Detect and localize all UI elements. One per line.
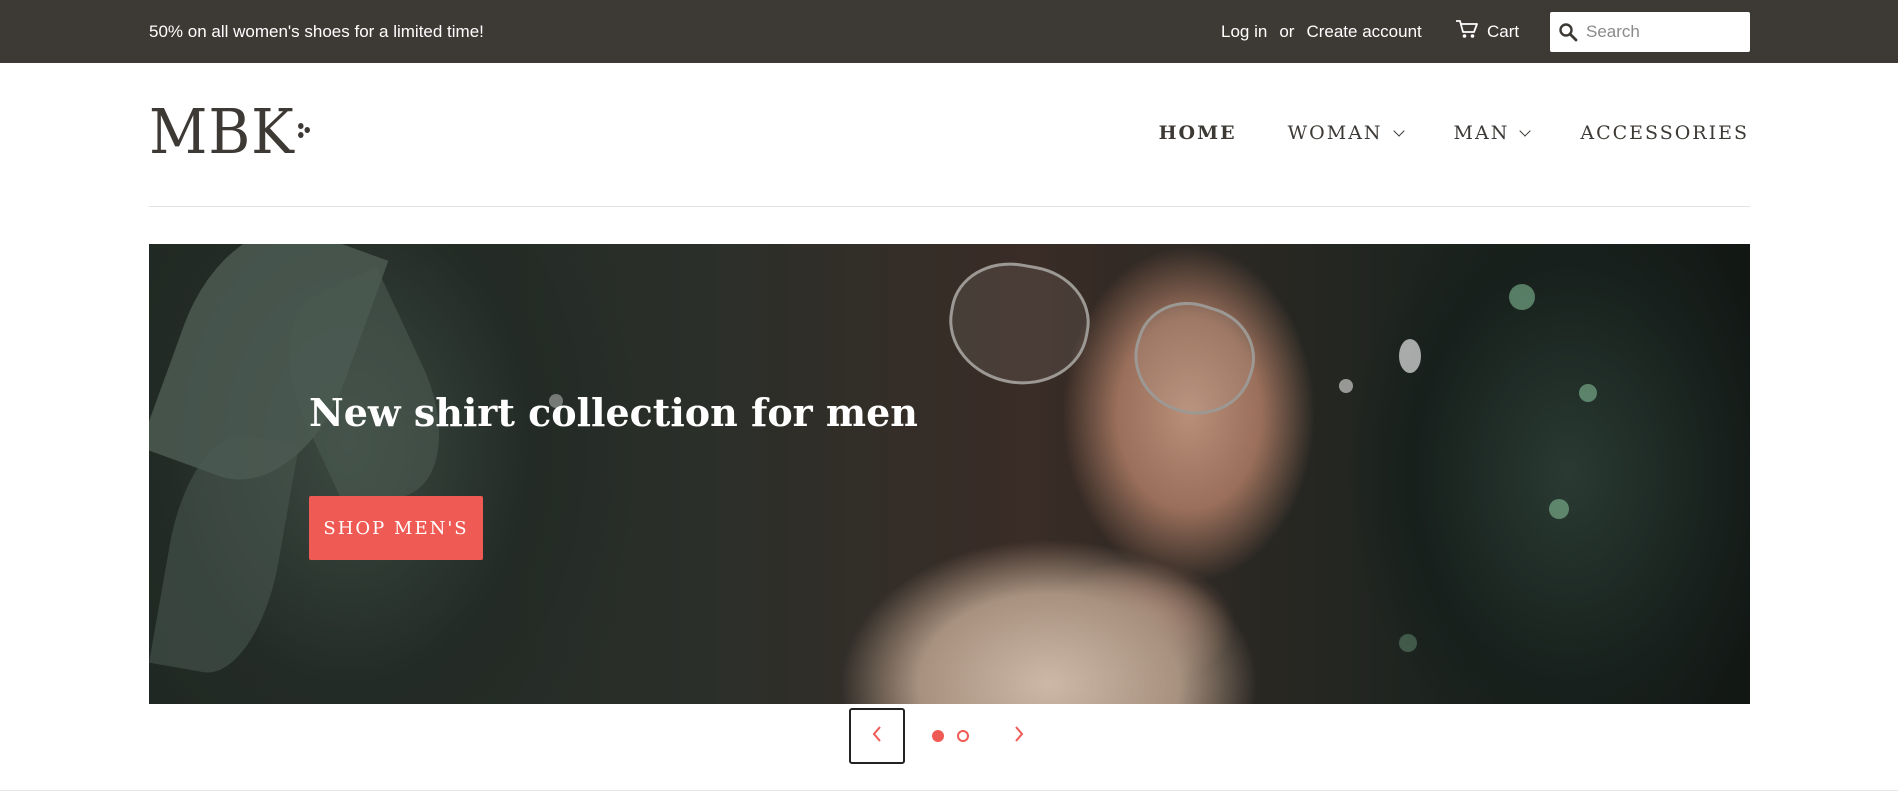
- promo-text: 50% on all women's shoes for a limited t…: [149, 22, 484, 41]
- cart-link[interactable]: Cart: [1455, 0, 1519, 63]
- bokeh-spot: [1579, 384, 1597, 402]
- chevron-down-icon: [1519, 125, 1532, 137]
- bokeh-spot: [1509, 284, 1535, 310]
- shop-mens-button[interactable]: SHOP MEN'S: [309, 496, 483, 560]
- logo-dots-icon: [298, 119, 311, 143]
- cart-label: Cart: [1487, 21, 1520, 41]
- account-links: Log in or Create account: [1221, 0, 1422, 63]
- search-icon[interactable]: [1550, 12, 1586, 52]
- nav-item-woman[interactable]: WOMAN: [1287, 122, 1405, 144]
- slider-dot-2[interactable]: [957, 730, 969, 742]
- chevron-down-icon: [1392, 125, 1405, 137]
- slider-prev-button[interactable]: [849, 708, 905, 764]
- nav-item-label: ACCESSORIES: [1580, 122, 1749, 144]
- bokeh-spot: [1549, 499, 1569, 519]
- logo-text: MBK: [149, 94, 295, 168]
- nav-item-label: MAN: [1453, 122, 1510, 144]
- section-divider: [0, 790, 1898, 791]
- chevron-right-icon: [1012, 725, 1026, 748]
- bokeh-spot: [1399, 339, 1421, 373]
- site-logo[interactable]: MBK: [149, 95, 311, 168]
- chevron-left-icon: [870, 725, 884, 748]
- slider-controls: [849, 708, 1039, 764]
- nav-item-accessories[interactable]: ACCESSORIES: [1580, 122, 1749, 144]
- search-input[interactable]: [1586, 13, 1746, 51]
- header-divider: [149, 206, 1750, 207]
- bokeh-spot: [1339, 379, 1353, 393]
- or-separator: or: [1279, 22, 1295, 41]
- search-box: [1550, 12, 1750, 52]
- nav-item-man[interactable]: MAN: [1453, 122, 1532, 144]
- nav-item-home[interactable]: HOME: [1159, 122, 1237, 144]
- nav-item-label: WOMAN: [1287, 122, 1383, 144]
- slider-dot-1[interactable]: [932, 730, 944, 742]
- slider-dots: [932, 730, 969, 742]
- cart-icon: [1455, 19, 1479, 44]
- login-link[interactable]: Log in: [1221, 0, 1267, 63]
- bokeh-spot: [1399, 634, 1417, 652]
- create-account-link[interactable]: Create account: [1306, 0, 1421, 63]
- main-nav: HOME WOMAN MAN ACCESSORIES: [1159, 113, 1749, 153]
- nav-item-label: HOME: [1158, 122, 1237, 144]
- slider-next-button[interactable]: [999, 708, 1039, 764]
- hero-slide: New shirt collection for men SHOP MEN'S: [149, 244, 1750, 704]
- hero-headline: New shirt collection for men: [309, 390, 918, 435]
- announcement-bar: 50% on all women's shoes for a limited t…: [0, 0, 1898, 63]
